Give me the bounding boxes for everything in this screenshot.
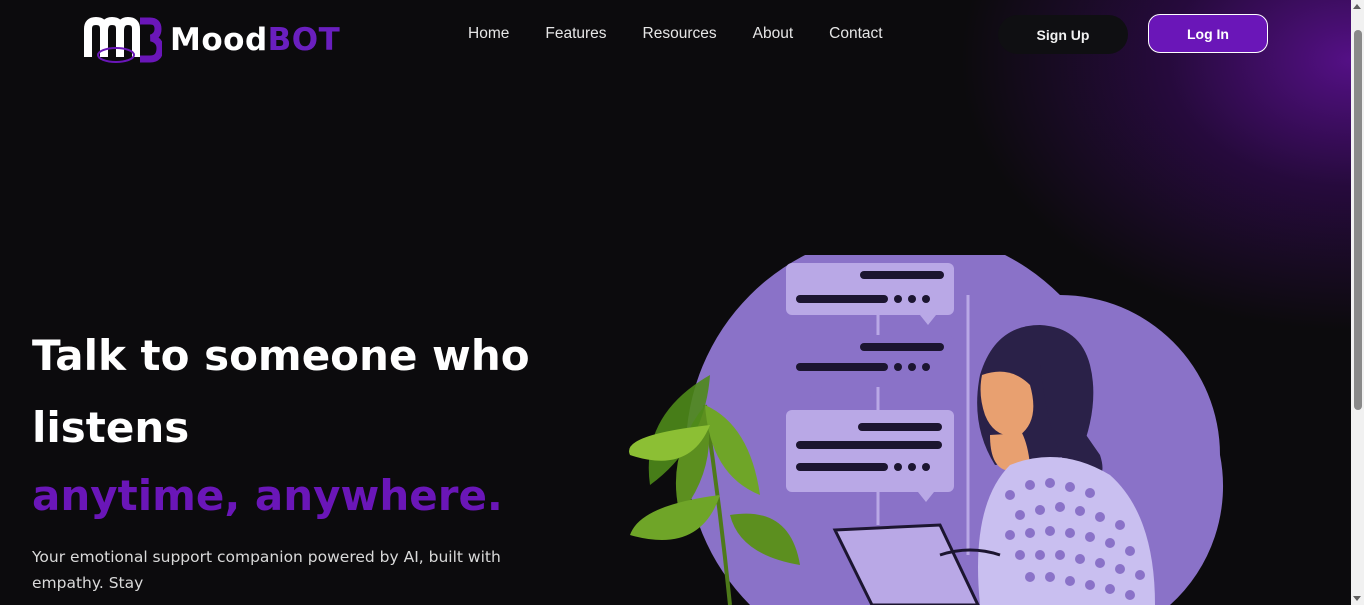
brand-name-part2: BOT xyxy=(267,22,341,58)
log-in-button[interactable]: Log In xyxy=(1148,14,1268,53)
nav-resources[interactable]: Resources xyxy=(643,25,717,43)
landing-page: MoodBOT Home Features Resources About Co… xyxy=(0,0,1351,605)
nav-contact[interactable]: Contact xyxy=(829,25,882,43)
brand-name: MoodBOT xyxy=(170,22,340,58)
scroll-up-arrow-icon[interactable] xyxy=(1353,4,1361,9)
scrollbar-thumb[interactable] xyxy=(1354,30,1362,410)
hero-description: Your emotional support companion powered… xyxy=(32,548,501,592)
brand-name-part1: Mood xyxy=(170,22,268,58)
nav-home[interactable]: Home xyxy=(468,25,509,43)
chat-illustration xyxy=(629,255,1224,605)
mb-logo-icon xyxy=(84,17,162,63)
sign-up-button[interactable]: Sign Up xyxy=(998,15,1128,54)
main-nav: Home Features Resources About Contact xyxy=(468,25,919,43)
scroll-down-arrow-icon[interactable] xyxy=(1353,596,1361,601)
nav-about[interactable]: About xyxy=(753,25,794,43)
nav-features[interactable]: Features xyxy=(545,25,606,43)
logo[interactable]: MoodBOT xyxy=(84,17,340,63)
hero-title: Talk to someone who listens xyxy=(32,331,530,452)
hero-title-accent: anytime, anywhere. xyxy=(32,471,503,520)
